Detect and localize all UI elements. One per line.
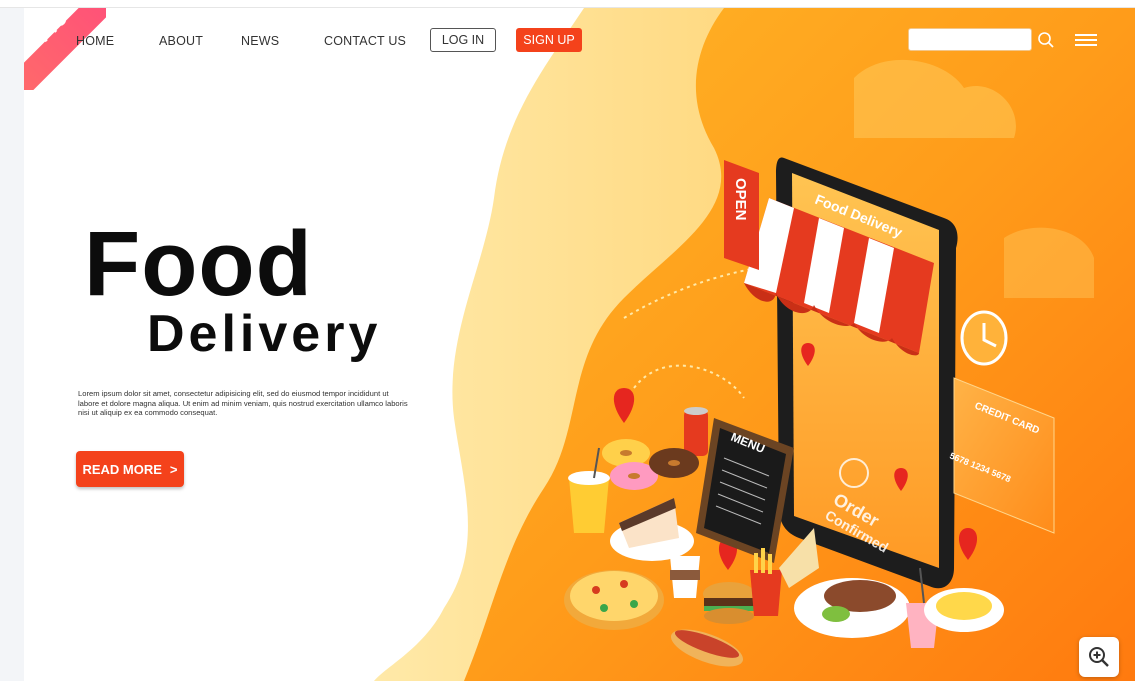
hero-title-delivery: Delivery	[147, 305, 382, 363]
clock-illustration	[960, 310, 1008, 366]
left-gutter	[0, 8, 24, 681]
read-more-arrow-icon: >	[169, 461, 178, 477]
landing-page: Food Delivery Order Confirmed OPEN CREDI…	[24, 8, 1135, 681]
hero-title-food: Food	[84, 213, 313, 315]
read-more-label: READ MORE	[82, 461, 162, 477]
zoom-button[interactable]	[1079, 637, 1119, 677]
zoom-in-icon	[1089, 647, 1109, 667]
signup-button[interactable]: SIGN UP	[516, 28, 582, 52]
search-icon[interactable]	[1037, 31, 1055, 49]
nav-news[interactable]: NEWS	[241, 32, 279, 50]
open-sign: OPEN	[724, 160, 759, 270]
read-more-button[interactable]: READ MORE >	[76, 451, 184, 487]
nav-about[interactable]: ABOUT	[159, 32, 203, 50]
nav-home[interactable]: HOME	[76, 32, 114, 50]
search-input[interactable]	[908, 28, 1032, 51]
nav-contact-us[interactable]: CONTACT US	[324, 32, 406, 50]
open-sign-text: OPEN	[732, 178, 749, 221]
menu-icon[interactable]	[1075, 33, 1097, 47]
login-button[interactable]: LOG IN	[430, 28, 496, 52]
hero-body-text: Lorem ipsum dolor sit amet, consectetur …	[78, 389, 408, 417]
